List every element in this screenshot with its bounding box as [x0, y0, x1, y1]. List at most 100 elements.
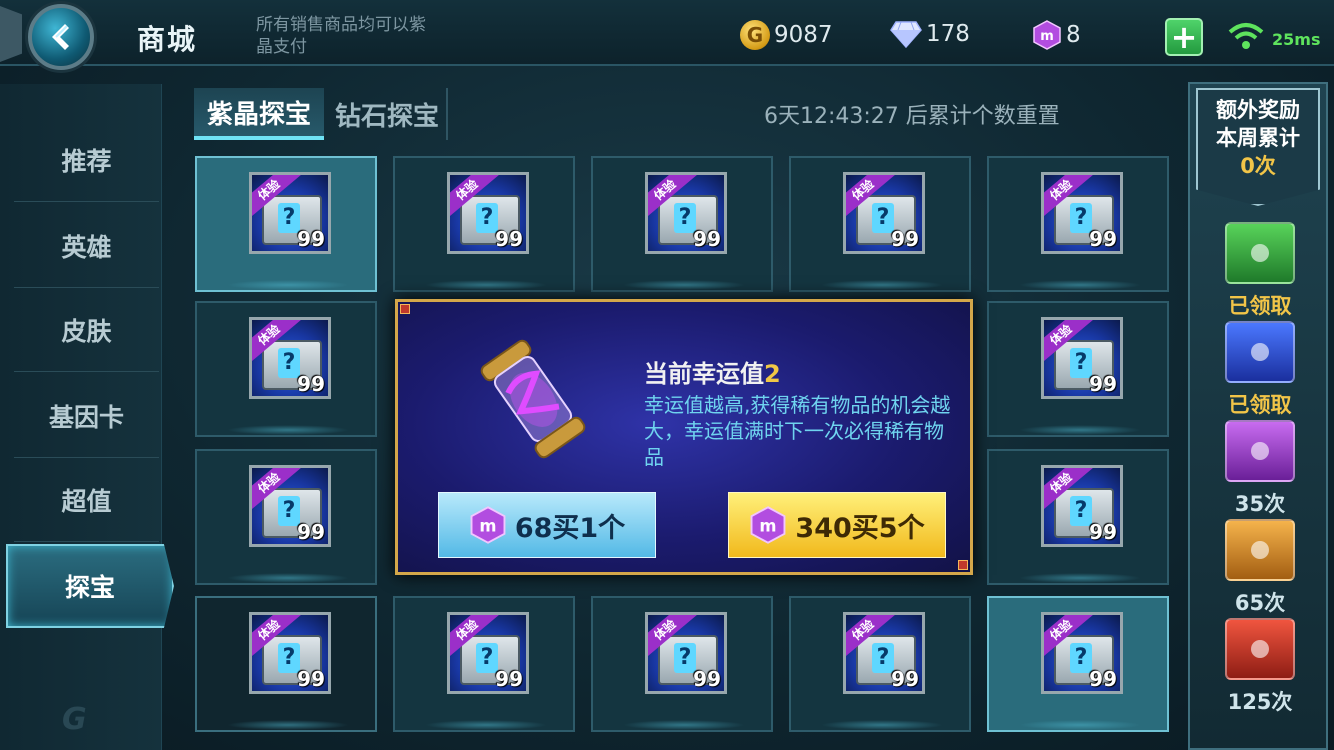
category-sidebar: 推荐 英雄 皮肤 基因卡 超值 探宝 — [0, 84, 174, 750]
blue-chest-icon — [1225, 321, 1295, 383]
payment-note: 所有销售商品均可以紫晶支付 — [256, 15, 426, 57]
amethyst-icon: m — [751, 506, 786, 544]
mystery-chest-icon: 体验99 — [447, 172, 529, 254]
top-bar: 商城 所有销售商品均可以紫晶支付 G 9087 178 m 8 + 25ms — [0, 0, 1334, 70]
mystery-chest-icon: 体验99 — [1041, 465, 1123, 547]
reward-tier-2-status: 已领取 — [1228, 393, 1292, 417]
mystery-chest-icon: 体验99 — [843, 612, 925, 694]
treasure-slot[interactable]: 体验99 — [393, 596, 575, 732]
sidebar-item-value[interactable]: 超值 — [14, 458, 159, 542]
plus-icon: + — [1170, 18, 1198, 56]
recharge-plus-button[interactable]: + — [1165, 18, 1203, 56]
amethyst-icon: m — [1033, 20, 1061, 50]
reward-header: 额外奖励 本周累计 0次 — [1196, 88, 1320, 206]
mystery-chest-icon: 体验99 — [1041, 172, 1123, 254]
chest-quantity: 99 — [297, 372, 325, 396]
buy-one-button[interactable]: m 68买1个 — [438, 492, 656, 558]
buy-five-button[interactable]: m 340买5个 — [728, 492, 946, 558]
treasure-slot[interactable]: 体验99 — [789, 156, 971, 292]
sidebar-item-recommended[interactable]: 推荐 — [14, 118, 159, 202]
mystery-chest-icon: 体验99 — [249, 172, 331, 254]
gold-amount: 9087 — [774, 22, 833, 48]
mystery-chest-icon: 体验99 — [249, 612, 331, 694]
wifi-icon — [1228, 23, 1264, 49]
reward-tier-4-requirement: 65次 — [1234, 591, 1286, 615]
mystery-chest-icon: 体验99 — [447, 612, 529, 694]
treasure-slot[interactable]: 体验99 — [591, 596, 773, 732]
treasure-slot[interactable]: 体验99 — [987, 301, 1169, 437]
chest-quantity: 99 — [693, 227, 721, 251]
gold-coin-icon: G — [740, 20, 770, 50]
page-title: 商城 — [137, 23, 198, 56]
amethyst-balance: m 8 — [1032, 20, 1081, 50]
sidebar-item-gene-cards[interactable]: 基因卡 — [14, 374, 159, 458]
mystery-chest-icon: 体验99 — [1041, 317, 1123, 399]
mystery-chest-icon: 体验99 — [645, 612, 727, 694]
chest-quantity: 99 — [1089, 520, 1117, 544]
amethyst-icon: m — [470, 506, 506, 544]
reward-tier-2[interactable]: 已领取 — [1210, 321, 1310, 419]
mystery-chest-icon: 体验99 — [249, 317, 331, 399]
chest-quantity: 99 — [1089, 667, 1117, 691]
chest-quantity: 99 — [297, 227, 325, 251]
chest-quantity: 99 — [297, 520, 325, 544]
chest-quantity: 99 — [891, 667, 919, 691]
reward-tier-5[interactable]: 125次 — [1210, 618, 1310, 716]
amethyst-amount: 8 — [1066, 22, 1081, 48]
svg-text:m: m — [760, 516, 777, 535]
mystery-chest-icon: 体验99 — [843, 172, 925, 254]
tab-amethyst-treasure[interactable]: 紫晶探宝 — [194, 88, 324, 140]
orange-chest-icon — [1225, 519, 1295, 581]
chest-quantity: 99 — [891, 227, 919, 251]
chest-quantity: 99 — [693, 667, 721, 691]
reward-tier-3-requirement: 35次 — [1234, 492, 1286, 516]
reward-tier-3[interactable]: 35次 — [1210, 420, 1310, 518]
purple-chest-icon — [1225, 420, 1295, 482]
g-logo-icon: G — [62, 702, 87, 737]
weekly-reward-panel: 额外奖励 本周累计 0次 已领取 已领取 35次 65次 125次 — [1188, 82, 1328, 750]
reward-tier-1[interactable]: 已领取 — [1210, 222, 1310, 320]
reset-timer: 6天12:43:27 后累计个数重置 — [764, 104, 1060, 129]
chest-quantity: 99 — [1089, 372, 1117, 396]
sidebar-item-heroes[interactable]: 英雄 — [14, 204, 159, 288]
luck-capsule-icon — [480, 339, 586, 459]
luck-title: 当前幸运值2 — [644, 354, 781, 389]
back-arrow-icon — [52, 24, 69, 50]
diamond-balance: 178 — [890, 20, 970, 48]
chest-quantity: 99 — [1089, 227, 1117, 251]
treasure-slot[interactable]: 体验99 — [195, 301, 377, 437]
chest-quantity: 99 — [297, 667, 325, 691]
diamond-icon — [890, 21, 922, 48]
treasure-slot[interactable]: 体验99 — [195, 596, 377, 732]
luck-value: 2 — [764, 360, 781, 388]
back-button[interactable] — [28, 4, 94, 70]
gold-balance: G 9087 — [740, 20, 833, 50]
reward-tier-1-status: 已领取 — [1228, 294, 1292, 318]
treasure-slot[interactable]: 体验99 — [591, 156, 773, 292]
svg-text:m: m — [479, 516, 496, 535]
reward-header-title: 额外奖励 — [1216, 98, 1300, 122]
reward-tier-4[interactable]: 65次 — [1210, 519, 1310, 617]
treasure-slot[interactable]: 体验99 — [987, 449, 1169, 585]
svg-text:m: m — [1040, 29, 1054, 44]
tab-diamond-treasure[interactable]: 钻石探宝 — [328, 88, 448, 140]
sidebar-item-skins[interactable]: 皮肤 — [14, 288, 159, 372]
buy-five-label: 340买5个 — [795, 512, 925, 544]
treasure-slot[interactable]: 体验99 — [987, 596, 1169, 732]
sidebar-item-treasure[interactable]: 探宝 — [6, 544, 174, 628]
luck-description: 幸运值越高,获得稀有物品的机会越大，幸运值满时下一次必得稀有物品 — [644, 393, 951, 469]
chest-quantity: 99 — [495, 227, 523, 251]
ping-readout: 25ms — [1272, 30, 1321, 49]
mystery-chest-icon: 体验99 — [1041, 612, 1123, 694]
frame-decoration — [0, 6, 22, 62]
treasure-slot[interactable]: 体验99 — [195, 156, 377, 292]
buy-one-label: 68买1个 — [514, 512, 626, 544]
treasure-slot[interactable]: 体验99 — [987, 156, 1169, 292]
reward-header-subtitle: 本周累计 — [1216, 126, 1300, 150]
treasure-slot[interactable]: 体验99 — [393, 156, 575, 292]
treasure-slot[interactable]: 体验99 — [195, 449, 377, 585]
mystery-chest-icon: 体验99 — [249, 465, 331, 547]
treasure-slot[interactable]: 体验99 — [789, 596, 971, 732]
chest-quantity: 99 — [495, 667, 523, 691]
luck-panel: 当前幸运值2 幸运值越高,获得稀有物品的机会越大，幸运值满时下一次必得稀有物品 … — [395, 299, 973, 575]
